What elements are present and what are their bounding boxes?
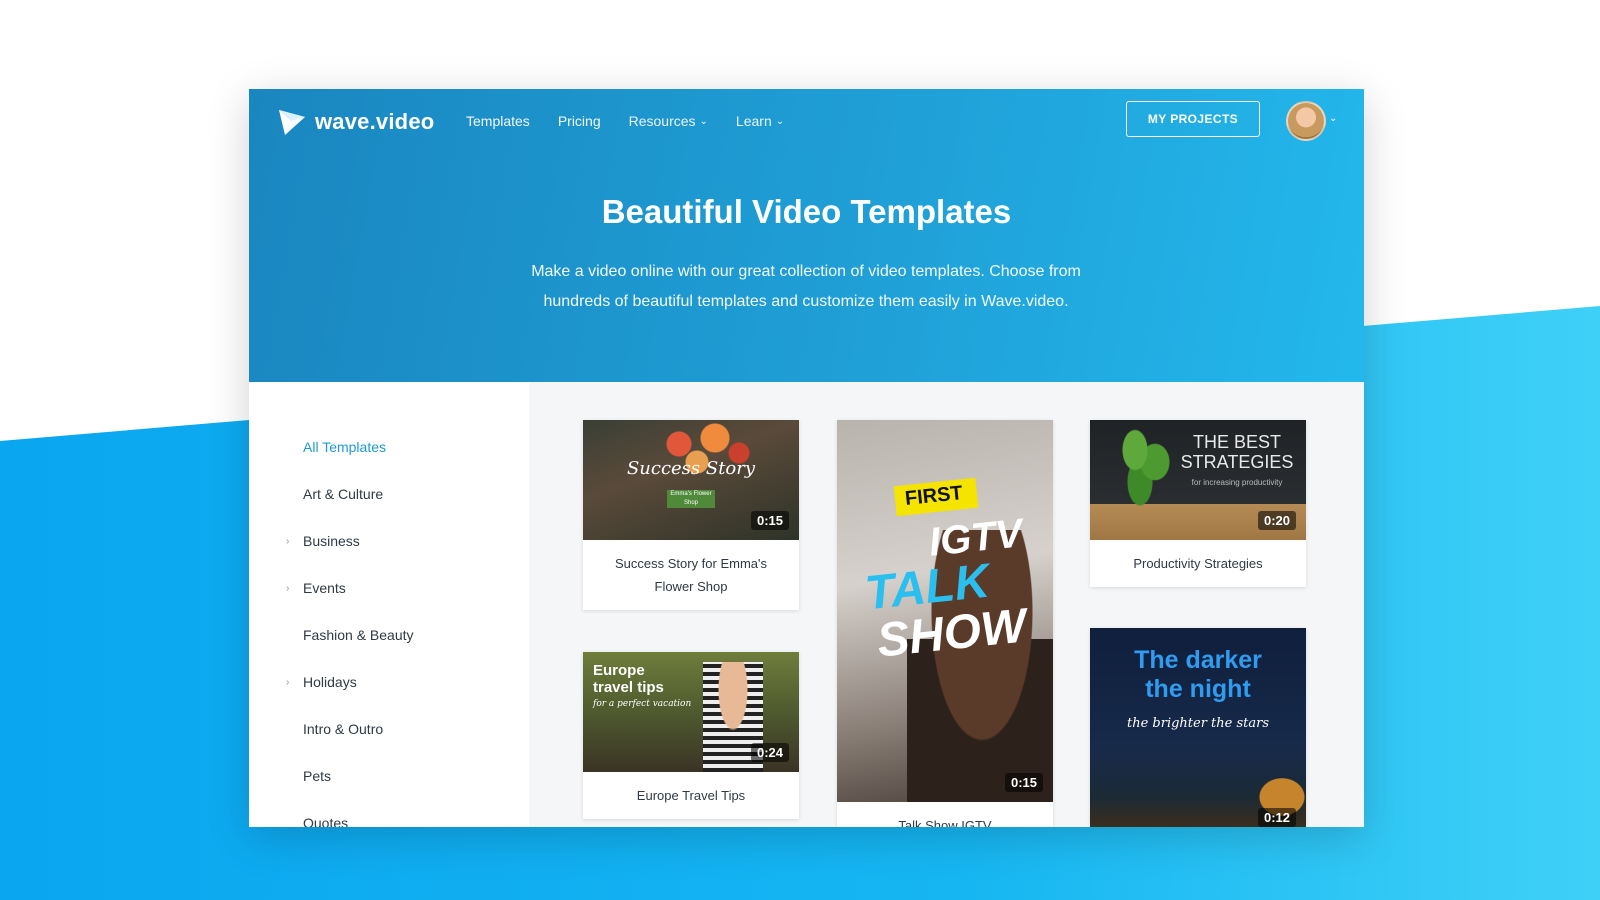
nav-learn-label: Learn xyxy=(735,113,772,129)
browser-window: wave.video Templates Pricing Resources ⌄… xyxy=(249,89,1364,827)
thumbnail-title-line2: STRATEGIES xyxy=(1180,452,1294,472)
main-nav: Templates Pricing Resources ⌄ Learn ⌄ xyxy=(466,113,784,129)
sidebar-item-label: Events xyxy=(303,580,346,596)
duration-badge: 0:15 xyxy=(1004,773,1043,792)
sidebar-item-art-culture[interactable]: Art & Culture xyxy=(303,486,383,502)
template-card-flower-shop[interactable]: Success Story Emma's Flower Shop 0:15 Su… xyxy=(583,420,799,610)
chevron-right-icon[interactable]: › xyxy=(286,677,289,688)
thumbnail-title-line1: Europe xyxy=(593,662,645,679)
shop-badge: Emma's Flower Shop xyxy=(667,490,715,508)
play-logo-icon xyxy=(279,110,305,135)
page-subtitle: Make a video online with our great colle… xyxy=(531,263,1081,310)
sidebar-item-holidays[interactable]: › Holidays xyxy=(286,674,357,690)
nav-resources[interactable]: Resources ⌄ xyxy=(629,113,708,129)
sidebar-item-business[interactable]: › Business xyxy=(286,533,360,549)
logo-text: wave.video xyxy=(315,109,435,134)
sidebar-item-intro-outro[interactable]: Intro & Outro xyxy=(303,721,383,737)
logo[interactable]: wave.video xyxy=(277,107,434,137)
nav-resources-label: Resources xyxy=(628,113,696,129)
duration-badge: 0:12 xyxy=(1257,808,1296,827)
thumbnail-title-line1: The darker xyxy=(1134,646,1262,674)
duration-badge: 0:20 xyxy=(1257,511,1296,530)
duration-badge: 0:15 xyxy=(750,511,789,530)
template-card-night[interactable]: The darker the night the brighter the st… xyxy=(1090,628,1306,827)
page-title: Beautiful Video Templates xyxy=(601,193,1012,230)
sidebar-item-label: Quotes xyxy=(303,815,349,827)
thumbnail-subtitle: the brighter the stars xyxy=(1126,716,1270,731)
template-thumbnail[interactable]: Success Story Emma's Flower Shop 0:15 xyxy=(583,420,799,540)
plant-image xyxy=(1120,426,1170,506)
hero-header: wave.video Templates Pricing Resources ⌄… xyxy=(249,89,1364,382)
template-caption: Productivity Strategies xyxy=(1133,556,1263,571)
template-caption: Europe Travel Tips xyxy=(636,788,746,803)
template-card-productivity[interactable]: THE BEST STRATEGIES for increasing produ… xyxy=(1090,420,1306,587)
thumbnail-title-line2: travel tips xyxy=(593,679,664,696)
sidebar-item-label: Pets xyxy=(303,768,332,784)
sidebar-item-all-templates[interactable]: All Templates xyxy=(303,439,386,455)
sidebar-item-label: Fashion & Beauty xyxy=(303,627,414,643)
chevron-down-icon: ⌄ xyxy=(775,115,785,127)
nav-templates[interactable]: Templates xyxy=(466,113,530,129)
template-thumbnail[interactable]: FIRST IGTV TALK SHOW 0:15 xyxy=(837,420,1053,802)
sidebar-item-quotes[interactable]: Quotes xyxy=(303,815,348,827)
template-thumbnail[interactable]: THE BEST STRATEGIES for increasing produ… xyxy=(1090,420,1306,540)
thumbnail-title-line1: THE BEST xyxy=(1192,432,1281,452)
template-card-talk-show[interactable]: FIRST IGTV TALK SHOW 0:15 Talk Show IGTV xyxy=(837,420,1053,827)
sidebar-item-label: Intro & Outro xyxy=(303,721,384,737)
template-caption: Success Story for Emma's Flower Shop xyxy=(614,556,768,594)
nav-learn[interactable]: Learn ⌄ xyxy=(736,113,784,129)
chevron-down-icon[interactable]: ⌄ xyxy=(1329,113,1337,124)
sidebar-item-pets[interactable]: Pets xyxy=(303,768,331,784)
chevron-down-icon: ⌄ xyxy=(699,115,708,127)
sidebar-item-label: Holidays xyxy=(303,674,357,690)
thumbnail-title: Success Story xyxy=(626,458,756,479)
avatar[interactable] xyxy=(1286,101,1326,141)
nav-pricing[interactable]: Pricing xyxy=(558,113,601,129)
thumbnail-subtitle: for a perfect vacation xyxy=(593,699,692,709)
chevron-right-icon[interactable]: › xyxy=(286,583,289,594)
template-caption: Talk Show IGTV xyxy=(898,818,992,827)
thumbnail-subtitle: for increasing productivity xyxy=(1191,478,1283,487)
sidebar-item-label: Business xyxy=(303,533,360,549)
template-card-europe-travel[interactable]: Europe travel tips for a perfect vacatio… xyxy=(583,652,799,819)
chevron-right-icon[interactable]: › xyxy=(286,536,289,547)
duration-badge: 0:24 xyxy=(750,743,789,762)
sidebar-item-label: All Templates xyxy=(303,439,387,455)
my-projects-button[interactable]: MY PROJECTS xyxy=(1126,101,1260,137)
template-thumbnail[interactable]: Europe travel tips for a perfect vacatio… xyxy=(583,652,799,772)
sidebar-item-fashion-beauty[interactable]: Fashion & Beauty xyxy=(303,627,414,643)
template-thumbnail[interactable]: The darker the night the brighter the st… xyxy=(1090,628,1306,827)
sidebar-item-label: Art & Culture xyxy=(303,486,384,502)
category-sidebar: All Templates Art & Culture › Business ›… xyxy=(249,382,529,827)
thumbnail-title-line2: the night xyxy=(1145,675,1251,703)
sidebar-item-events[interactable]: › Events xyxy=(286,580,346,596)
